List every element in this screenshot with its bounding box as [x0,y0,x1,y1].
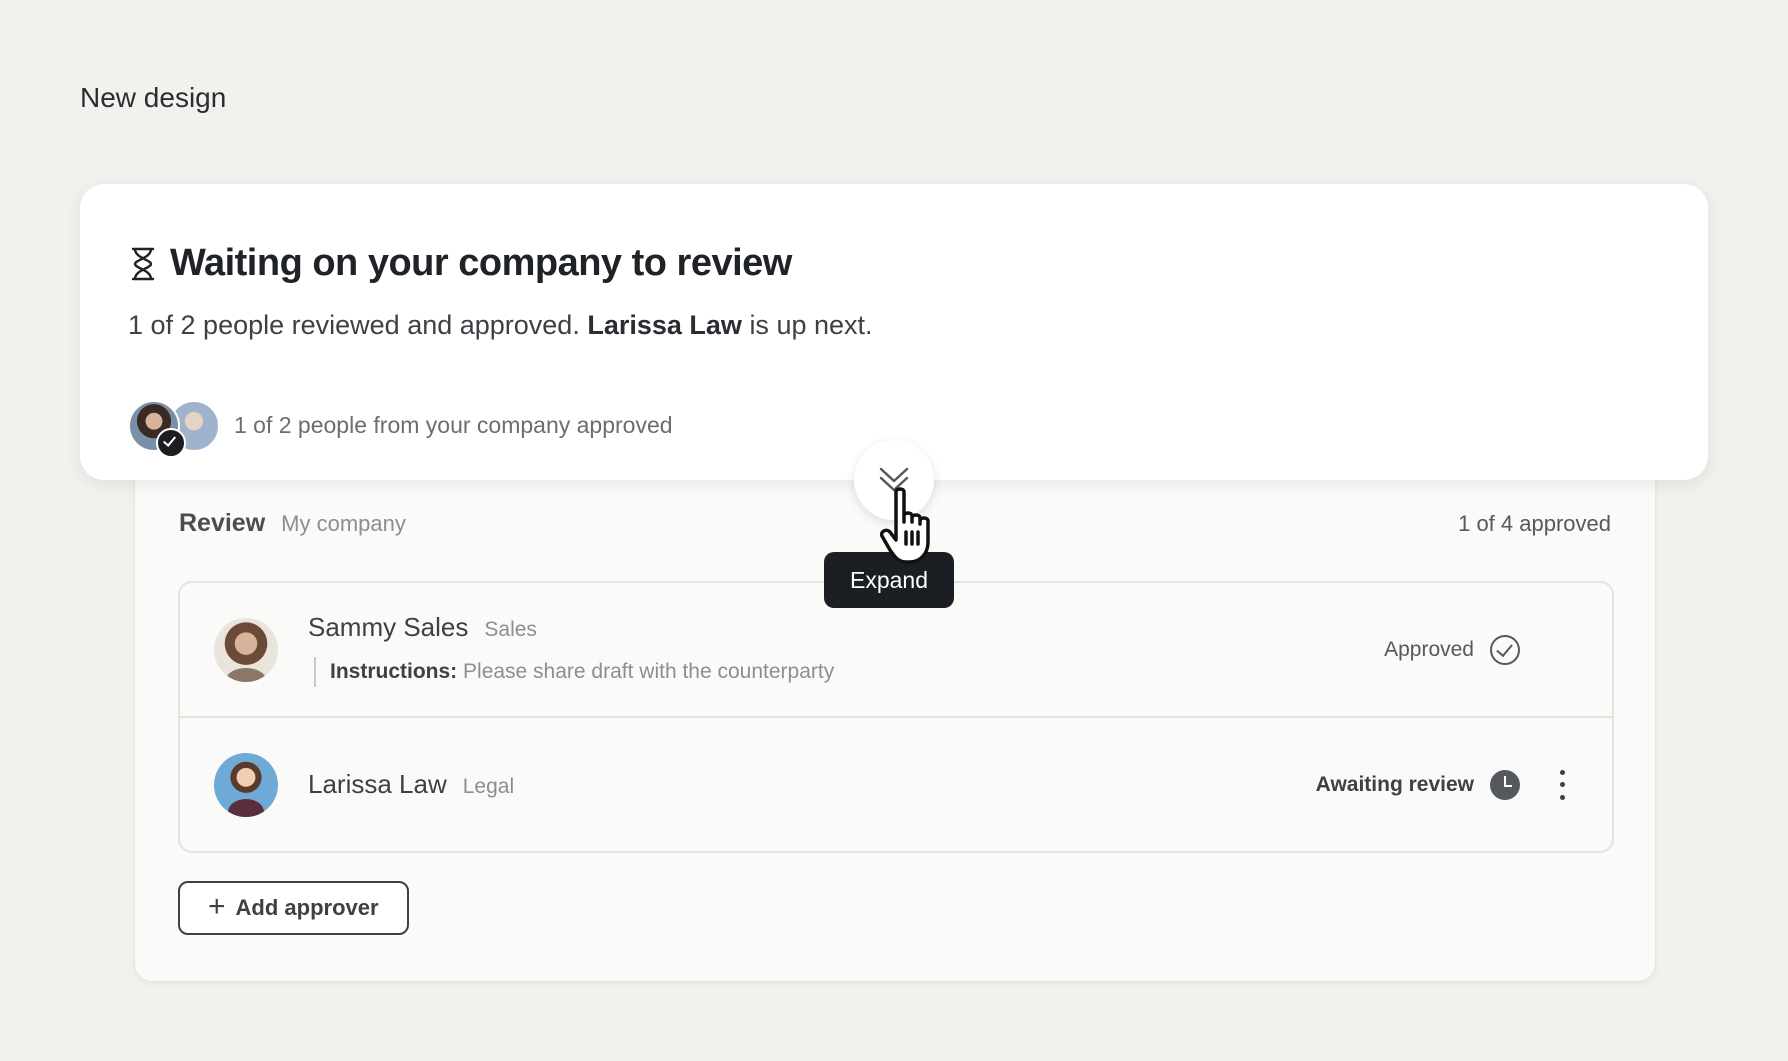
hand-cursor-icon [880,487,930,564]
plus-icon: + [208,890,226,923]
summary-suffix: is up next. [749,310,873,340]
approver-name: Sammy Sales [308,612,469,642]
next-person: Larissa Law [587,310,742,340]
check-circle-icon [1490,634,1520,665]
clock-icon [1490,769,1520,800]
status-text: Approved [1384,637,1474,661]
review-company: My company [281,511,406,536]
approval-status: Awaiting review [1315,769,1520,800]
approver-row: Larissa Law Legal Awaiting review [180,716,1612,851]
approval-count: 1 of 4 approved [1458,511,1611,536]
more-options-icon[interactable] [1552,769,1572,800]
check-icon [156,428,186,458]
summary-prefix: 1 of 2 people reviewed and approved. [128,310,580,340]
status-text: Awaiting review [1315,772,1474,796]
instructions-text: Please share draft with the counterparty [463,660,835,683]
approval-status: Approved [1384,634,1520,665]
avatar-stack [128,400,220,458]
hourglass-icon [131,247,155,280]
add-approver-label: Add approver [235,895,379,920]
review-label: Review [179,509,266,537]
status-card: Waiting on your company to review 1 of 2… [80,184,1708,480]
avatar [214,617,278,682]
status-summary: 1 of 2 people reviewed and approved. Lar… [128,310,873,341]
page-title: New design [80,82,227,113]
avatar [214,752,278,817]
approver-department: Legal [462,775,515,798]
instructions-label: Instructions: [330,660,458,683]
approver-department: Sales [484,618,537,641]
approver-list: Sammy Sales Sales Instructions: Please s… [178,581,1614,853]
card-heading: Waiting on your company to review [128,242,792,285]
approval-progress-text: 1 of 2 people from your company approved [234,411,673,438]
approver-name: Larissa Law [308,769,447,799]
status-title: Waiting on your company to review [170,242,792,284]
add-approver-button[interactable]: + Add approver [178,881,409,935]
card-footer: 1 of 2 people from your company approved [128,400,673,458]
